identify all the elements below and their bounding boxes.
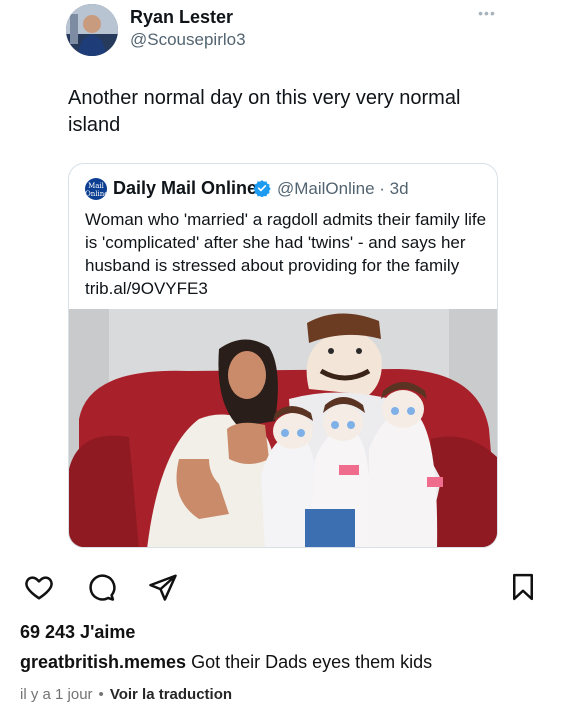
quoted-source-name: Daily Mail Online — [113, 178, 258, 198]
quoted-tweet[interactable]: Mail Online Daily Mail Online @MailOnlin… — [68, 163, 498, 548]
post-time: il y a 1 jour — [20, 686, 93, 703]
meta-separator: • — [98, 686, 104, 703]
verified-badge-icon — [253, 180, 271, 197]
heart-icon[interactable] — [24, 572, 54, 602]
comment-icon[interactable] — [86, 572, 116, 602]
author-handle[interactable]: @Scousepirlo3 — [130, 30, 246, 50]
caption-username[interactable]: greatbritish.memes — [20, 652, 186, 672]
translate-link[interactable]: Voir la traduction — [110, 686, 232, 703]
author-avatar[interactable] — [66, 4, 118, 56]
post-meta: il y a 1 jour • Voir la traduction — [20, 686, 232, 703]
author-name[interactable]: Ryan Lester — [130, 7, 233, 28]
bookmark-icon[interactable] — [508, 572, 538, 602]
twitter-screenshot: Ryan Lester @Scousepirlo3 ••• Another no… — [0, 0, 565, 570]
post-caption: greatbritish.memes Got their Dads eyes t… — [20, 652, 432, 673]
ragdoll-family-photo[interactable] — [69, 309, 498, 548]
tweet-text: Another normal day on this very very nor… — [68, 87, 461, 136]
daily-mail-logo: Mail Online — [85, 178, 107, 200]
share-icon[interactable] — [148, 572, 178, 602]
quoted-tweet-text: Woman who 'married' a ragdoll admits the… — [85, 210, 487, 298]
caption-text: Got their Dads eyes them kids — [191, 652, 433, 672]
quoted-handle-time: @MailOnline · 3d — [277, 179, 409, 198]
likes-count[interactable]: 69 243 J'aime — [20, 622, 135, 643]
post-actions-bar — [0, 570, 565, 610]
more-horizontal-icon[interactable]: ••• — [476, 6, 498, 20]
